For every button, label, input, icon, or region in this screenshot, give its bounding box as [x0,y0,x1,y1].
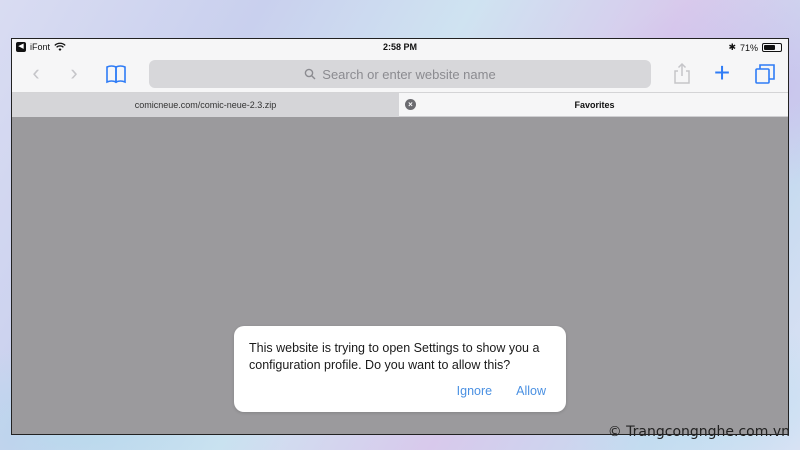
close-tab-icon[interactable]: × [405,99,416,110]
tab-download[interactable]: comicneue.com/comic-neue-2.3.zip [12,93,399,117]
new-tab-button[interactable]: + [709,59,735,87]
battery-fill [764,45,776,50]
address-bar[interactable]: Search or enter website name [149,60,651,88]
ignore-button[interactable]: Ignore [457,384,492,398]
status-right: ✱ 71% [728,42,782,53]
tab-bar: comicneue.com/comic-neue-2.3.zip × Favor… [12,93,788,117]
watermark: © Trangcongnghe.com.vn [607,424,790,440]
bookmarks-icon[interactable] [104,62,128,86]
dialog-buttons: Ignore Allow [457,384,546,398]
forward-button[interactable]: › [62,62,86,86]
tab-label: Favorites [574,100,615,110]
status-bar: ◀ iFont 2:58 PM ✱ 71% [12,39,788,56]
bluetooth-icon: ✱ [728,42,736,52]
address-placeholder: Search or enter website name [322,66,496,82]
search-icon [304,68,316,80]
back-button[interactable]: ‹ [24,62,48,86]
dialog-message: This website is trying to open Settings … [249,341,540,372]
battery-icon [762,43,782,52]
settings-permission-dialog: This website is trying to open Settings … [234,326,566,412]
allow-button[interactable]: Allow [516,384,546,398]
tab-label: comicneue.com/comic-neue-2.3.zip [134,100,277,110]
safari-toolbar: ‹ › Search or enter website name + [12,56,788,93]
tab-favorites[interactable]: × Favorites [399,93,788,117]
share-icon[interactable] [670,62,694,86]
ipad-screen: ◀ iFont 2:58 PM ✱ 71% ‹ › Search or ente… [11,38,789,435]
battery-percent: 71% [739,42,758,53]
tabs-overview-icon[interactable] [753,62,777,86]
status-time: 2:58 PM [382,42,417,52]
